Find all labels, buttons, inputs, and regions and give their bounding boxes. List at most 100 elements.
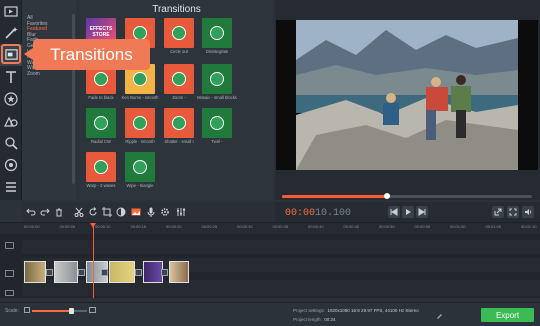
detach-preview-button[interactable] <box>492 206 504 218</box>
timeline-ruler[interactable]: 00:00:00 00:00:05 00:00:10 00:00:15 00:00:20… <box>0 222 540 234</box>
transition-thumbnail[interactable] <box>164 108 194 138</box>
microphone-icon <box>147 207 155 217</box>
transition-label: Mosaic - small blocks <box>197 95 237 100</box>
record-audio-button[interactable] <box>145 205 157 219</box>
scissors-icon <box>74 207 84 217</box>
tool-titles[interactable] <box>0 66 22 88</box>
transition-thumbnail[interactable] <box>125 152 155 182</box>
length-value: 00:24 <box>324 317 336 322</box>
progress-fill <box>282 195 387 198</box>
play-button[interactable] <box>402 206 414 218</box>
transition-marker[interactable] <box>161 269 168 276</box>
star-circle-icon <box>4 92 18 106</box>
category-item[interactable]: Zoom <box>27 71 76 78</box>
ruler-tick: 00:00:50 <box>379 224 395 229</box>
clip-properties-button[interactable] <box>159 205 171 219</box>
transition-thumbnail[interactable] <box>86 152 116 182</box>
length-label: Project length: <box>293 317 322 322</box>
tool-more[interactable] <box>0 176 22 198</box>
transition-thumbnail[interactable] <box>202 64 232 94</box>
image-button[interactable] <box>130 205 142 219</box>
delete-button[interactable] <box>53 205 65 219</box>
transition-thumbnail[interactable] <box>86 108 116 138</box>
ruler-tick: 00:01:00 <box>450 224 466 229</box>
transition-thumbnail[interactable] <box>125 108 155 138</box>
ruler-tick: 00:01:05 <box>485 224 502 229</box>
transition-label: Shatter - small I <box>164 139 194 144</box>
transitions-tool-highlight[interactable] <box>1 44 21 64</box>
video-clip[interactable] <box>54 261 78 283</box>
track-lock-icon[interactable] <box>5 242 14 249</box>
contrast-icon <box>116 207 126 217</box>
ruler-tick: 00:00:10 <box>95 224 111 229</box>
crop-button[interactable] <box>101 205 113 219</box>
transitions-callout: Transitions <box>24 39 150 70</box>
audio-track-icon[interactable] <box>5 290 14 296</box>
scale-slider[interactable] <box>32 308 87 314</box>
transition-thumbnail[interactable] <box>164 64 194 94</box>
ruler-tick: 00:00:55 <box>414 224 431 229</box>
edit-settings-button[interactable] <box>436 307 443 319</box>
preview-sample <box>210 26 224 40</box>
video-clip[interactable] <box>109 261 135 283</box>
next-button[interactable] <box>416 206 428 218</box>
video-clip[interactable] <box>24 261 46 283</box>
equalizer-button[interactable] <box>175 205 187 219</box>
text-t-icon <box>6 71 16 83</box>
cut-button[interactable] <box>73 205 85 219</box>
transition-marker[interactable] <box>135 269 142 276</box>
target-icon <box>4 158 18 172</box>
preview-sample <box>133 72 147 86</box>
progress-knob[interactable] <box>384 193 390 199</box>
trash-icon <box>56 208 62 217</box>
fullscreen-button[interactable] <box>507 206 519 218</box>
tool-callouts[interactable] <box>0 110 22 132</box>
video-clip[interactable] <box>169 261 189 283</box>
undo-button[interactable] <box>25 205 37 219</box>
crop-icon <box>102 207 112 217</box>
transition-marker[interactable] <box>78 269 85 276</box>
transition-label: Radial CW <box>90 139 111 144</box>
video-preview <box>276 20 538 170</box>
title-track[interactable] <box>22 240 540 254</box>
volume-button[interactable] <box>522 206 534 218</box>
transition-thumbnail[interactable] <box>202 108 232 138</box>
redo-button[interactable] <box>39 205 51 219</box>
preview-sample <box>133 160 147 174</box>
tool-stabilization[interactable] <box>0 154 22 176</box>
slider-knob[interactable] <box>69 308 74 314</box>
video-track-icon[interactable] <box>5 270 14 277</box>
transition-thumbnail[interactable] <box>202 18 232 48</box>
ruler-tick: 00:00:30 <box>237 224 253 229</box>
previous-button[interactable] <box>388 206 400 218</box>
tool-import-media[interactable] <box>0 0 22 22</box>
export-button[interactable]: Export <box>481 308 534 322</box>
ruler-tick: 00:01:10 <box>521 224 537 229</box>
ruler-tick: 00:00:05 <box>59 224 76 229</box>
video-clip[interactable] <box>143 261 163 283</box>
tool-stickers[interactable] <box>0 88 22 110</box>
transition-label: Ripple - smooth <box>125 139 155 144</box>
transition-marker[interactable] <box>46 269 53 276</box>
color-adjust-button[interactable] <box>115 205 127 219</box>
redo-icon <box>40 208 50 216</box>
zoom-in-icon[interactable] <box>89 307 96 313</box>
transition-label: Circle out <box>170 49 188 54</box>
project-settings: Project settings: 1920x1080 16:9 29.97 F… <box>293 308 419 313</box>
time-ms: 10.100 <box>315 208 352 219</box>
preview-sample <box>94 116 108 130</box>
rotate-button[interactable] <box>87 205 99 219</box>
ruler-tick: 00:00:25 <box>201 224 218 229</box>
tool-zoom[interactable] <box>0 132 22 154</box>
playback-progress[interactable] <box>282 193 532 199</box>
image-icon <box>131 208 141 216</box>
ruler-tick: 00:00:35 <box>272 224 289 229</box>
zoom-out-icon[interactable] <box>24 307 30 313</box>
ruler-tick: 00:00:45 <box>343 224 360 229</box>
ruler-tick: 00:00:00 <box>24 224 40 229</box>
transition-thumbnail[interactable] <box>164 18 194 48</box>
transition-marker[interactable] <box>101 269 108 276</box>
tool-filters[interactable] <box>0 22 22 44</box>
play-icon <box>406 209 411 215</box>
playhead[interactable] <box>90 223 96 298</box>
